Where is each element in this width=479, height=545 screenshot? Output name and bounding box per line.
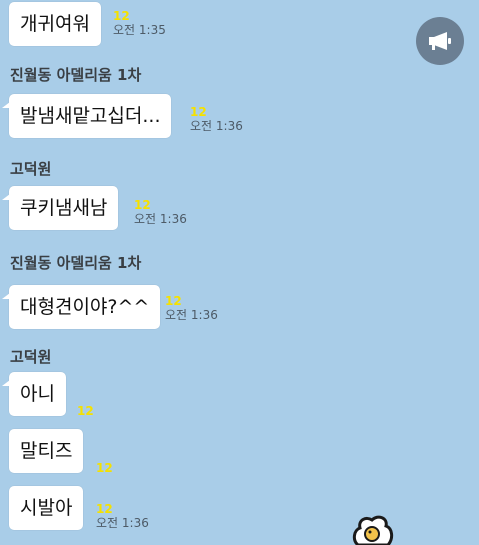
sender-name[interactable]: 진월동 아델리움 1차 [10,64,141,85]
message-time: 오전 1:36 [190,119,243,133]
message-meta: 12 오전 1:36 [96,503,149,531]
message-bubble[interactable]: 발냄새맡고십더... [1,94,172,138]
message-bubble[interactable]: 개귀여워 [9,2,101,46]
message-meta: 12 오전 1:36 [134,199,187,227]
message-bubble[interactable]: 말티즈 [9,429,84,473]
message-text: 쿠키냄새남 [20,197,108,219]
message-time: 오전 1:36 [165,308,218,322]
message-bubble[interactable]: 시발아 [9,486,84,530]
message-time: 오전 1:35 [113,23,166,37]
unread-count: 12 [113,9,130,23]
unread-count: 12 [134,198,151,212]
message-meta: 12 오전 1:35 [113,10,166,38]
sender-name[interactable]: 진월동 아델리움 1차 [10,252,141,273]
sender-name[interactable]: 고덕원 [10,346,51,367]
message-meta: 12 오전 1:36 [165,295,218,323]
unread-count: 12 [165,294,182,308]
message-text: 대형견이야?^^ [20,296,150,318]
unread-count: 12 [96,461,113,475]
message-text: 개귀여워 [20,13,90,35]
megaphone-icon [429,32,451,50]
message-meta: 12 [96,462,113,475]
message-bubble[interactable]: 아니 [2,372,66,416]
unread-count: 12 [77,404,94,418]
message-bubble[interactable]: 쿠키냄새남 [1,186,119,230]
message-text: 발냄새맡고십더... [20,105,161,127]
sender-name[interactable]: 고덕원 [10,158,51,179]
message-time: 오전 1:36 [134,212,187,226]
message-meta: 12 [77,405,94,418]
notice-button[interactable] [416,17,464,65]
cookie-icon[interactable] [350,514,394,545]
message-meta: 12 오전 1:36 [190,106,243,134]
chat-area[interactable]: 개귀여워 12 오전 1:35 진월동 아델리움 1차 발냄새맡고십더... 1… [0,0,479,545]
message-text: 시발아 [20,497,73,519]
message-text: 말티즈 [20,440,73,462]
unread-count: 12 [96,502,113,516]
message-time: 오전 1:36 [96,516,149,530]
message-bubble[interactable]: 대형견이야?^^ [1,285,161,329]
message-text: 아니 [20,383,55,405]
unread-count: 12 [190,105,207,119]
